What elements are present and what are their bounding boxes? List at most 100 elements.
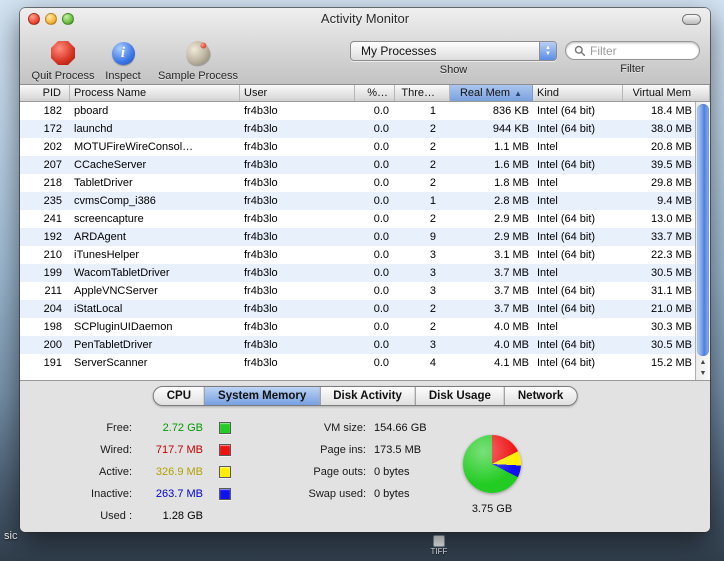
table-row[interactable]: 241 screencapture fr4b3lo 0.0 2 2.9 MB Intel (… <box>20 210 710 228</box>
table-row[interactable]: 191 ServerScanner fr4b3lo 0.0 4 4.1 MB Intel (… <box>20 354 710 372</box>
memory-stat-row: Used : 1.28 GB <box>70 505 231 527</box>
memory-stat-row: Free: 2.72 GB <box>70 417 231 439</box>
table-row[interactable]: 211 AppleVNCServer fr4b3lo 0.0 3 3.7 MB Intel … <box>20 282 710 300</box>
scroll-up-icon[interactable] <box>696 356 710 367</box>
pie-total-label: 3.75 GB <box>471 503 513 515</box>
cell-pid: 172 <box>43 123 62 135</box>
table-row[interactable]: 199 WacomTabletDriver fr4b3lo 0.0 3 3.7 MB Int… <box>20 264 710 282</box>
table-row[interactable]: 235 cvmsComp_i386 fr4b3lo 0.0 1 2.8 MB Intel 9.… <box>20 192 710 210</box>
cell-cpu: 0.0 <box>373 303 389 315</box>
vm-stat-row: Page ins: 173.5 MB <box>292 439 427 461</box>
filter-input[interactable] <box>590 43 691 58</box>
table-row[interactable]: 202 MOTUFireWireConsol… fr4b3lo 0.0 2 1.1 MB I… <box>20 138 710 156</box>
column-header-name[interactable]: Process Name <box>70 85 240 101</box>
cell-name: launchd <box>74 123 113 135</box>
vm-stat-label: VM size: <box>323 422 366 434</box>
cell-pid: 198 <box>43 321 62 333</box>
cell-pid: 202 <box>43 141 62 153</box>
table-row[interactable]: 207 CCacheServer fr4b3lo 0.0 2 1.6 MB Intel (6… <box>20 156 710 174</box>
cell-cpu: 0.0 <box>373 321 389 333</box>
cell-user: fr4b3lo <box>244 303 278 315</box>
process-table: PID Process Name User %… Thre… Real Mem ▲ Kind V… <box>20 85 710 380</box>
cell-kind: Intel <box>537 177 558 189</box>
inspect-button[interactable]: Inspect <box>98 32 148 82</box>
cell-realmem: 1.1 MB <box>494 141 529 153</box>
filter-search-field[interactable] <box>565 41 700 60</box>
cell-threads: 2 <box>429 303 436 315</box>
table-row[interactable]: 172 launchd fr4b3lo 0.0 2 944 KB Intel (64 bit… <box>20 120 710 138</box>
memory-stat-label: Free: <box>106 422 132 434</box>
toolbar-toggle-button[interactable] <box>682 14 701 25</box>
cell-cpu: 0.0 <box>373 285 389 297</box>
cell-realmem: 3.1 MB <box>494 249 529 261</box>
table-row[interactable]: 192 ARDAgent fr4b3lo 0.0 9 2.9 MB Intel (64 bi… <box>20 228 710 246</box>
cell-name: TabletDriver <box>74 177 133 189</box>
cell-kind: Intel <box>537 195 558 207</box>
memory-stat-row: Inactive: 263.7 MB <box>70 483 231 505</box>
column-header-label: Kind <box>537 87 560 99</box>
cell-user: fr4b3lo <box>244 321 278 333</box>
cell-threads: 1 <box>429 195 436 207</box>
show-popup-menu[interactable]: My Processes <box>350 41 557 61</box>
table-row[interactable]: 210 iTunesHelper fr4b3lo 0.0 3 3.1 MB Intel (6… <box>20 246 710 264</box>
tab-system-memory[interactable]: System Memory <box>205 387 321 405</box>
cell-realmem: 3.7 MB <box>494 303 529 315</box>
column-header-threads[interactable]: Thre… <box>395 85 450 101</box>
document-icon <box>433 535 445 547</box>
cell-user: fr4b3lo <box>244 249 278 261</box>
cell-name: ServerScanner <box>74 357 148 369</box>
filter-label: Filter <box>620 63 645 75</box>
cell-user: fr4b3lo <box>244 285 278 297</box>
cell-kind: Intel <box>537 141 558 153</box>
cell-user: fr4b3lo <box>244 177 278 189</box>
table-row[interactable]: 182 pboard fr4b3lo 0.0 1 836 KB Intel (64 bit)… <box>20 102 710 120</box>
tab-disk-usage[interactable]: Disk Usage <box>416 387 505 405</box>
column-header-realmem[interactable]: Real Mem ▲ <box>450 85 533 101</box>
cell-cpu: 0.0 <box>373 267 389 279</box>
bottom-panel: CPU System Memory Disk Activity Disk Usage N… <box>20 380 710 532</box>
vm-stat-row: Page outs: 0 bytes <box>292 461 427 483</box>
table-row[interactable]: 198 SCPluginUIDaemon fr4b3lo 0.0 2 4.0 MB Inte… <box>20 318 710 336</box>
tab-network[interactable]: Network <box>505 387 576 405</box>
cell-kind: Intel (64 bit) <box>537 303 596 315</box>
cell-realmem: 1.8 MB <box>494 177 529 189</box>
vertical-scrollbar[interactable] <box>695 102 710 380</box>
cell-name: screencapture <box>74 213 144 225</box>
column-header-vmem[interactable]: Virtual Mem <box>623 85 710 101</box>
column-header-label: PID <box>42 87 61 99</box>
scrollbar-thumb[interactable] <box>697 104 709 356</box>
cell-pid: 182 <box>43 105 62 117</box>
tab-disk-activity[interactable]: Disk Activity <box>320 387 416 405</box>
quit-process-button[interactable]: Quit Process <box>28 32 98 82</box>
column-header-label: Real Mem <box>459 87 511 99</box>
cell-pid: 200 <box>43 339 62 351</box>
desktop-file-icon[interactable]: TIFF <box>427 535 451 556</box>
table-row[interactable]: 200 PenTabletDriver fr4b3lo 0.0 3 4.0 MB Intel… <box>20 336 710 354</box>
column-header-pid[interactable]: PID <box>20 85 70 101</box>
cell-cpu: 0.0 <box>373 213 389 225</box>
memory-stat-label: Inactive: <box>91 488 132 500</box>
magnifier-icon <box>574 45 586 56</box>
vm-stat-label: Page outs: <box>313 466 366 478</box>
column-header-cpu[interactable]: %… <box>355 85 395 101</box>
cell-pid: 210 <box>43 249 62 261</box>
column-header-user[interactable]: User <box>240 85 355 101</box>
sample-process-button[interactable]: Sample Process <box>152 32 244 82</box>
scroll-down-icon[interactable] <box>696 367 710 378</box>
cell-pid: 235 <box>43 195 62 207</box>
column-header-kind[interactable]: Kind <box>533 85 623 101</box>
table-row[interactable]: 218 TabletDriver fr4b3lo 0.0 2 1.8 MB Intel 29.… <box>20 174 710 192</box>
cell-name: cvmsComp_i386 <box>74 195 156 207</box>
table-row[interactable]: 204 iStatLocal fr4b3lo 0.0 2 3.7 MB Intel (64 … <box>20 300 710 318</box>
window-chrome: Activity Monitor Quit Process Inspect Sa… <box>20 8 710 85</box>
memory-stat-value: 717.7 MB <box>155 444 203 456</box>
cell-user: fr4b3lo <box>244 339 278 351</box>
cell-cpu: 0.0 <box>373 249 389 261</box>
memory-stat-label: Wired: <box>100 444 132 456</box>
cell-kind: Intel (64 bit) <box>537 285 596 297</box>
cell-realmem: 944 KB <box>492 123 529 135</box>
cell-threads: 2 <box>429 321 436 333</box>
tab-cpu[interactable]: CPU <box>154 387 206 405</box>
cell-cpu: 0.0 <box>373 195 389 207</box>
cell-cpu: 0.0 <box>373 141 389 153</box>
